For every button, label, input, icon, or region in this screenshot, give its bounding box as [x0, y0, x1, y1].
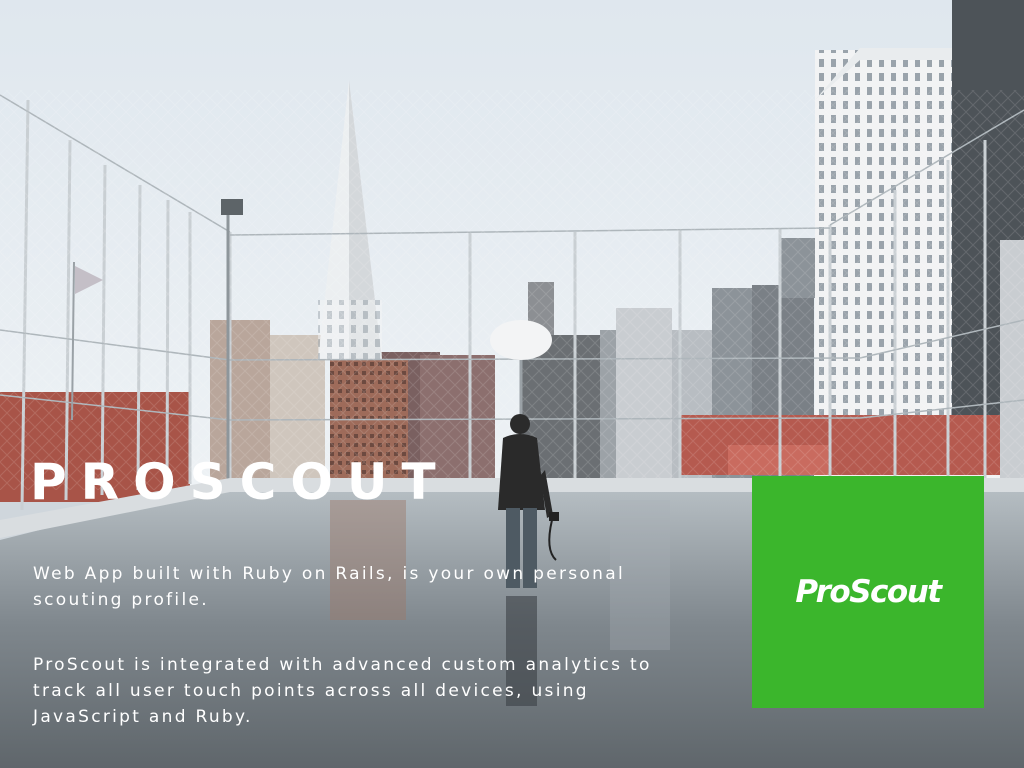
project-description-summary: Web App built with Ruby on Rails, is you…: [33, 564, 625, 610]
page-title: PROSCOUT: [30, 453, 450, 511]
proscout-logo-text: ProScout: [795, 574, 942, 610]
proscout-logo-card: ProScout: [752, 476, 984, 708]
project-description-analytics: ProScout is integrated with advanced cus…: [33, 655, 652, 727]
